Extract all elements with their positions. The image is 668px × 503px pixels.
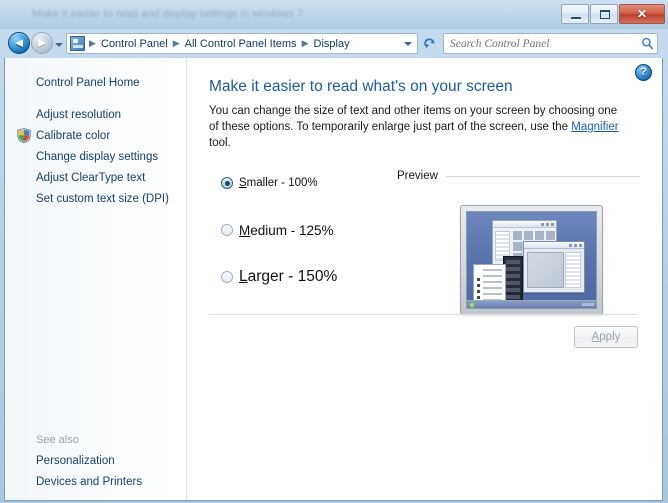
preview-document-area (527, 252, 564, 288)
see-also-section: See also Personalization Devices and Pri… (5, 430, 186, 492)
preview-detail-pane (565, 252, 581, 288)
sidebar-item-label: Adjust ClearType text (36, 171, 146, 184)
scale-radio-group: Smaller - 100% Medium - 125% Larger - 15… (221, 172, 421, 288)
title-bar: Make it easier to read and display setti… (0, 0, 668, 29)
preview-taskbar (467, 300, 596, 308)
chevron-down-icon[interactable] (55, 41, 64, 49)
access-key-letter: M (239, 222, 251, 238)
sidebar-item-label: Personalization (36, 454, 115, 467)
sidebar-item-label: Calibrate color (36, 129, 111, 142)
arrow-left-icon: ◄ (12, 35, 26, 50)
preview-divider (445, 175, 640, 177)
preview-system-tray (582, 303, 594, 306)
refresh-icon (424, 38, 435, 49)
sidebar-item-devices-and-printers[interactable]: Devices and Printers (5, 471, 186, 492)
sidebar-item-label: Set custom text size (DPI) (36, 192, 169, 205)
sidebar-item-set-custom-text-size[interactable]: Set custom text size (DPI) (5, 188, 186, 209)
sidebar-item-calibrate-color[interactable]: Calibrate color (5, 125, 186, 146)
preview-screen (466, 211, 597, 309)
breadcrumb-display[interactable]: Display (311, 38, 353, 50)
access-key-letter: L (239, 268, 248, 285)
sidebar-item-label: Adjust resolution (36, 108, 122, 121)
radio-label-smaller: Smaller - 100% (239, 177, 318, 189)
close-icon: ✕ (636, 6, 648, 21)
sidebar-item-change-display-settings[interactable]: Change display settings (5, 146, 186, 167)
radio-option-medium[interactable]: Medium - 125% (221, 219, 421, 241)
search-icon[interactable] (637, 34, 657, 53)
address-breadcrumb-bar[interactable]: ▶ Control Panel ▶ All Control Panel Item… (66, 33, 418, 54)
description-text-part1: You can change the size of text and othe… (209, 105, 618, 133)
control-panel-icon (70, 36, 85, 51)
sidebar-item-label: Change display settings (36, 150, 159, 163)
refresh-button[interactable] (420, 34, 440, 53)
description-text-part2: tool. (209, 137, 231, 149)
preview-section: Preview (397, 168, 640, 315)
client-area: Control Panel Home Adjust resolution Cal… (4, 58, 663, 501)
radio-label-text: arger - 150% (247, 268, 338, 285)
preview-header: Preview (397, 168, 640, 184)
see-also-heading: See also (36, 434, 79, 446)
sidebar-item-adjust-cleartype-text[interactable]: Adjust ClearType text (5, 167, 186, 188)
content-pane: ? Make it easier to read what's on your … (187, 58, 662, 500)
start-orb-icon (469, 302, 475, 308)
radio-label-larger: Larger - 150% (239, 268, 337, 286)
radio-label-medium: Medium - 125% (239, 223, 334, 238)
sidebar-item-personalization[interactable]: Personalization (5, 450, 186, 471)
magnifier-link[interactable]: Magnifier (571, 121, 618, 133)
search-box[interactable] (443, 33, 658, 54)
close-button[interactable]: ✕ (619, 3, 665, 24)
preview-window-front (523, 241, 585, 293)
minimize-button[interactable] (561, 3, 589, 24)
forward-button[interactable]: ► (31, 32, 53, 54)
display-settings-window: Make it easier to read and display setti… (0, 0, 668, 503)
access-key-letter: S (239, 177, 247, 189)
apply-button[interactable]: Apply (574, 326, 638, 348)
page-title: Make it easier to read what's on your sc… (209, 78, 513, 95)
radio-button-larger[interactable] (221, 271, 233, 283)
breadcrumb-control-panel[interactable]: Control Panel (98, 38, 171, 50)
breadcrumb-separator-icon: ▶ (172, 38, 180, 48)
apply-button-label: pply (599, 331, 621, 343)
sidebar-item-adjust-resolution[interactable]: Adjust resolution (5, 104, 186, 125)
radio-button-medium[interactable] (221, 224, 233, 236)
page-description: You can change the size of text and othe… (209, 103, 629, 151)
window-controls: ✕ (561, 3, 665, 24)
maximize-icon (600, 9, 610, 19)
breadcrumb-all-control-panel-items[interactable]: All Control Panel Items (182, 38, 300, 50)
radio-option-smaller[interactable]: Smaller - 100% (221, 172, 421, 194)
desktop-preview-thumbnail (460, 205, 603, 315)
navigation-toolbar: ◄ ► ▶ Control Panel ▶ All Control Panel … (0, 29, 668, 58)
uac-shield-icon (17, 128, 31, 144)
maximize-button[interactable] (590, 3, 618, 24)
radio-button-smaller[interactable] (221, 177, 233, 189)
help-icon[interactable]: ? (635, 64, 652, 81)
sidebar-item-control-panel-home[interactable]: Control Panel Home (5, 72, 186, 93)
arrow-right-icon: ► (35, 35, 49, 50)
preview-label: Preview (397, 170, 438, 182)
back-button[interactable]: ◄ (8, 32, 30, 54)
window-title: Make it easier to read and display setti… (32, 8, 304, 20)
radio-label-text: maller - 100% (246, 177, 318, 189)
sidebar: Control Panel Home Adjust resolution Cal… (5, 58, 187, 500)
search-input[interactable] (444, 37, 637, 50)
radio-option-larger[interactable]: Larger - 150% (221, 266, 421, 288)
sidebar-item-label: Devices and Printers (36, 475, 143, 488)
chevron-down-icon[interactable] (399, 34, 417, 53)
help-glyph: ? (640, 66, 647, 78)
preview-titlebar (524, 242, 584, 249)
footer-divider (209, 314, 638, 315)
sidebar-item-label: Control Panel Home (36, 76, 140, 89)
radio-label-text: edium - 125% (250, 222, 334, 238)
minimize-icon (571, 16, 581, 19)
breadcrumb-separator-icon: ▶ (89, 38, 96, 48)
breadcrumb-separator-icon: ▶ (301, 38, 309, 48)
preview-titlebar (493, 221, 556, 228)
